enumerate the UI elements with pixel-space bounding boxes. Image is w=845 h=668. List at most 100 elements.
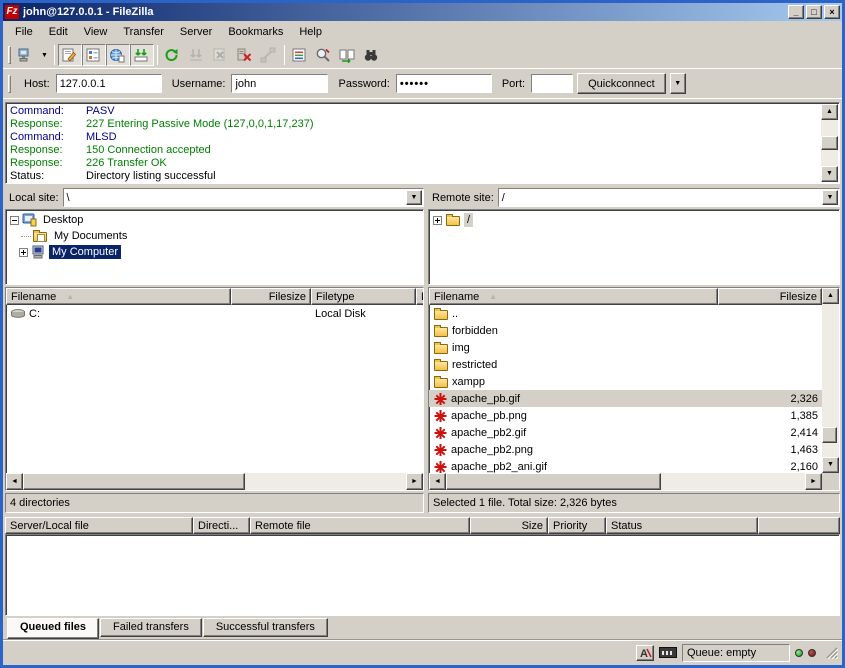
column-header-filetype[interactable]: Filetype	[311, 288, 416, 305]
menu-view[interactable]: View	[76, 23, 116, 41]
tab-queued-files[interactable]: Queued files	[7, 618, 99, 639]
queue-col-server-local-file[interactable]: Server/Local file	[5, 517, 193, 534]
local-hscroll-thumb[interactable]	[23, 473, 245, 490]
host-input[interactable]	[56, 74, 162, 93]
remote-row[interactable]: xampp	[429, 373, 822, 390]
scroll-right-icon[interactable]: ►	[406, 473, 423, 490]
column-header-filename[interactable]: Filename▲	[6, 288, 231, 305]
disconnect-button[interactable]	[233, 44, 257, 66]
chevron-down-icon[interactable]: ▼	[822, 190, 838, 205]
queue-col-status[interactable]: Status	[606, 517, 758, 534]
scroll-left-icon[interactable]: ◄	[429, 473, 446, 490]
local-hscrollbar[interactable]: ◄ ►	[6, 473, 423, 490]
toggle-local-tree-button[interactable]	[82, 44, 106, 66]
menu-file[interactable]: File	[7, 23, 41, 41]
search-files-button[interactable]	[360, 44, 384, 66]
column-header-filesize[interactable]: Filesize	[718, 288, 822, 305]
remote-row[interactable]: apache_pb2_ani.gif 2,160	[429, 458, 822, 473]
column-header-filesize[interactable]: Filesize	[231, 288, 311, 305]
scroll-down-icon[interactable]: ▼	[822, 457, 839, 473]
queue-col-remote-file[interactable]: Remote file	[250, 517, 470, 534]
collapse-icon[interactable]	[10, 216, 19, 225]
quickconnect-dropdown-button[interactable]: ▼	[670, 73, 686, 94]
title-bar[interactable]: Fz john@127.0.0.1 - FileZilla _ □ ×	[3, 3, 842, 21]
remote-vscrollbar[interactable]: ▲ ▼	[822, 288, 839, 490]
scroll-up-icon[interactable]: ▲	[821, 104, 838, 120]
menu-transfer[interactable]: Transfer	[115, 23, 172, 41]
scroll-down-icon[interactable]: ▼	[821, 166, 838, 182]
username-input[interactable]	[231, 74, 328, 93]
scroll-left-icon[interactable]: ◄	[6, 473, 23, 490]
close-button[interactable]: ×	[824, 5, 840, 19]
port-input[interactable]	[531, 74, 573, 93]
remote-hscrollbar[interactable]: ◄ ►	[429, 473, 822, 490]
site-manager-button[interactable]	[14, 44, 38, 66]
speed-limit-indicator-icon[interactable]	[659, 647, 677, 658]
menu-bookmarks[interactable]: Bookmarks	[220, 23, 291, 41]
quickconnect-gripper[interactable]	[8, 75, 11, 93]
remote-tree[interactable]: /	[428, 209, 840, 285]
file-size: 2,326	[790, 393, 818, 405]
tree-item-my-documents[interactable]: My Documents	[7, 228, 422, 244]
queue-col-direction[interactable]: Directi...	[193, 517, 250, 534]
directory-listing-filters-button[interactable]	[288, 44, 312, 66]
directory-comparison-button[interactable]	[312, 44, 336, 66]
log-scrollbar[interactable]: ▲ ▼	[821, 104, 838, 182]
remote-row[interactable]: ..	[429, 305, 822, 322]
synchronized-browsing-button[interactable]	[336, 44, 360, 66]
remote-row[interactable]: apache_pb.png 1,385	[429, 407, 822, 424]
tab-failed-transfers[interactable]: Failed transfers	[100, 618, 202, 637]
menu-server[interactable]: Server	[172, 23, 220, 41]
maximize-button[interactable]: □	[806, 5, 822, 19]
tree-item-label: My Documents	[51, 229, 130, 243]
remote-row[interactable]: forbidden	[429, 322, 822, 339]
message-log[interactable]: Command:PASV Response:227 Entering Passi…	[5, 102, 840, 184]
refresh-button[interactable]	[161, 44, 185, 66]
remote-vscroll-thumb[interactable]	[822, 427, 837, 443]
toggle-transfer-queue-button[interactable]	[130, 44, 154, 66]
remote-row-selected[interactable]: apache_pb.gif 2,326	[429, 390, 822, 407]
remote-hscroll-thumb[interactable]	[446, 473, 661, 490]
tree-item-label: /	[464, 213, 473, 227]
queue-col-priority[interactable]: Priority	[548, 517, 606, 534]
scroll-up-icon[interactable]: ▲	[822, 288, 839, 304]
menu-edit[interactable]: Edit	[41, 23, 76, 41]
expand-icon[interactable]	[433, 216, 442, 225]
remote-row[interactable]: apache_pb2.gif 2,414	[429, 424, 822, 441]
tree-item-desktop[interactable]: Desktop	[7, 212, 422, 228]
log-scroll-thumb[interactable]	[821, 136, 838, 150]
local-file-list[interactable]: Filename▲ Filesize Filetype L C: Loca	[5, 287, 424, 491]
remote-row[interactable]: img	[429, 339, 822, 356]
quickconnect-button[interactable]: Quickconnect	[577, 73, 666, 94]
remote-file-list[interactable]: Filename▲ Filesize .. forbidden	[428, 287, 840, 491]
local-tree[interactable]: Desktop My Documents My Computer	[5, 209, 424, 285]
remote-row[interactable]: restricted	[429, 356, 822, 373]
remote-site-combo[interactable]: / ▼	[498, 188, 840, 207]
site-manager-dropdown-button[interactable]: ▼	[38, 44, 51, 66]
tree-item-root[interactable]: /	[430, 212, 838, 228]
expand-icon[interactable]	[19, 248, 28, 257]
transfer-type-indicator-icon[interactable]: A	[636, 645, 654, 661]
toolbar-gripper[interactable]	[8, 46, 11, 64]
queue-status-text: Queue: empty	[687, 647, 756, 659]
toggle-remote-tree-button[interactable]	[106, 44, 130, 66]
tree-item-my-computer[interactable]: My Computer	[7, 244, 422, 260]
local-site-combo[interactable]: \ ▼	[63, 188, 424, 207]
tab-successful-transfers[interactable]: Successful transfers	[203, 618, 328, 637]
remote-row[interactable]: apache_pb2.png 1,463	[429, 441, 822, 458]
log-label: Response:	[10, 144, 86, 157]
resize-grip[interactable]	[825, 646, 838, 659]
minimize-button[interactable]: _	[788, 5, 804, 19]
queue-col-size[interactable]: Size	[470, 517, 548, 534]
toggle-message-log-button[interactable]	[58, 44, 82, 66]
column-header-last-modified[interactable]: L	[416, 288, 423, 305]
password-input[interactable]	[396, 74, 492, 93]
column-header-filename[interactable]: Filename▲	[429, 288, 718, 305]
queue-list-area[interactable]	[5, 534, 840, 616]
local-row-c-drive[interactable]: C: Local Disk	[6, 305, 423, 322]
scroll-right-icon[interactable]: ►	[805, 473, 822, 490]
menu-help[interactable]: Help	[291, 23, 330, 41]
remote-pane: Remote site: / ▼ / Filename▲ Filesize	[428, 187, 840, 513]
window-title: john@127.0.0.1 - FileZilla	[23, 6, 786, 18]
chevron-down-icon[interactable]: ▼	[406, 190, 422, 205]
